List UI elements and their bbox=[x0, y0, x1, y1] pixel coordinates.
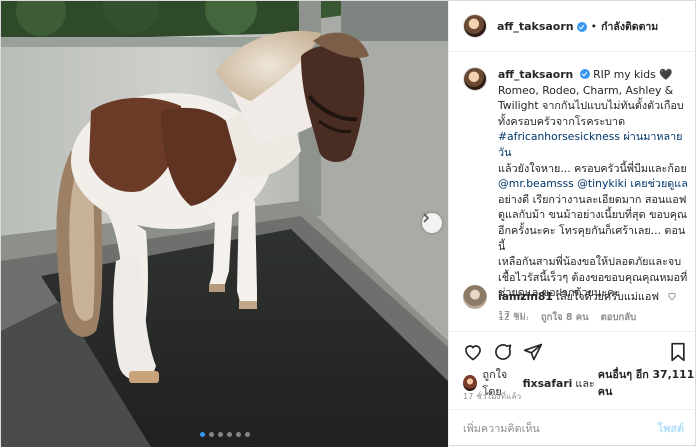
heart-icon[interactable] bbox=[463, 342, 483, 365]
caption-username[interactable]: aff_taksaorn bbox=[498, 68, 573, 81]
liker-username[interactable]: fixsafari bbox=[523, 377, 573, 390]
caption-line: RIP my kids 🖤 bbox=[593, 68, 673, 81]
commenter-username[interactable]: iamzin81 bbox=[498, 290, 553, 303]
author-avatar[interactable] bbox=[463, 14, 487, 38]
post-header: aff_taksaorn • กำลังติดตาม bbox=[449, 1, 696, 52]
carousel-next-button[interactable] bbox=[422, 213, 442, 233]
caption-text: aff_taksaorn RIP my kids 🖤 Romeo, Rodeo,… bbox=[498, 67, 691, 301]
carousel-dot bbox=[244, 432, 250, 437]
bookmark-icon[interactable] bbox=[669, 342, 687, 365]
action-bar bbox=[463, 342, 685, 364]
pony-photo-illustration bbox=[1, 1, 448, 447]
comment-icon[interactable] bbox=[493, 342, 513, 365]
caption-line: ดูแลกับม้า ขนม้าอย่างเนี้ยบที่สุด ขอบคุณ bbox=[498, 208, 688, 222]
liker-avatar[interactable] bbox=[463, 375, 477, 391]
caption-line: Romeo, Rodeo, Charm, Ashley & bbox=[498, 83, 674, 97]
likes-others-link[interactable]: คนอื่นๆ อีก 37,111 คน bbox=[598, 366, 695, 400]
caption-hashtag-line[interactable]: #africanhorsesickness ผ่านมาหลายวัน bbox=[498, 130, 683, 159]
caption-line: ทั้งครอบครัวจากโรคระบาด bbox=[498, 114, 626, 128]
comment-item: iamzin81 เสียใจด้วยครับแม่แอฟ 12 ชม. ถูก… bbox=[463, 285, 691, 325]
commenter-avatar[interactable] bbox=[463, 285, 487, 309]
following-button[interactable]: กำลังติดตาม bbox=[601, 18, 658, 35]
header-separator: • bbox=[590, 19, 598, 33]
carousel-dot bbox=[226, 432, 232, 437]
action-section: ถูกใจโดย fixsafari และ คนอื่นๆ อีก 37,11… bbox=[449, 331, 696, 401]
caption-line: Twilight จากกันไปแบบไม่ทันตั้งตัวเกือบ bbox=[498, 99, 684, 113]
verified-badge-icon bbox=[579, 69, 590, 79]
caption-line: แล้วยังใจหาย... ครอบครัวนี้พี่บีมและก้อย bbox=[498, 161, 687, 175]
comment-body: เสียใจด้วยครับแม่แอฟ bbox=[556, 290, 660, 303]
caption-line: อีกครั้งนะคะ โทรคุยกันก็เศร้าเลย... ตอนน… bbox=[498, 223, 686, 253]
caption-line: อย่างดี เรียกว่างานละเอียดมาก สอนแอฟ bbox=[498, 192, 687, 206]
comment-meta: 12 ชม. ถูกใจ 8 คน ตอบกลับ bbox=[498, 310, 691, 325]
caption-mention-line[interactable]: @mr.beamsss @tinykiki เคยช่วยดูแล bbox=[498, 177, 688, 190]
post-photo[interactable] bbox=[1, 1, 448, 447]
caption-line: เหลือกันสามพี่น้องขอให้ปลอดภัยและจบ bbox=[498, 255, 682, 269]
caption-line: เชื้อไวรัสนี้เร็วๆ ต้องขอขอบคุณคุณหมอที่ bbox=[498, 270, 688, 284]
likes-and: และ bbox=[575, 376, 595, 390]
author-username[interactable]: aff_taksaorn bbox=[497, 20, 574, 33]
add-comment-bar: เพิ่มความคิดเห็น โพสต์ bbox=[449, 409, 696, 447]
comment-input[interactable]: เพิ่มความคิดเห็น bbox=[463, 420, 540, 437]
share-icon[interactable] bbox=[523, 342, 543, 365]
carousel-dot bbox=[208, 432, 214, 437]
carousel-dot bbox=[199, 432, 205, 437]
caption-avatar[interactable] bbox=[463, 67, 487, 91]
comment-reply-button[interactable]: ตอบกลับ bbox=[601, 310, 637, 325]
carousel-dot bbox=[217, 432, 223, 437]
post-timestamp: 17 ชั่วโมงที่แล้ว bbox=[463, 392, 522, 401]
carousel-indicator bbox=[1, 432, 448, 437]
comment-text: iamzin81 เสียใจด้วยครับแม่แอฟ bbox=[498, 285, 691, 304]
comment-timestamp: 12 ชม. bbox=[498, 312, 529, 323]
carousel-dot bbox=[235, 432, 241, 437]
post-comment-button[interactable]: โพสต์ bbox=[657, 420, 684, 437]
verified-badge-icon bbox=[576, 22, 587, 32]
post-side-panel: aff_taksaorn • กำลังติดตาม aff_taksaorn … bbox=[448, 1, 696, 447]
comment-like-heart-icon[interactable] bbox=[667, 291, 677, 304]
comment-likes[interactable]: ถูกใจ 8 คน bbox=[541, 310, 589, 325]
instagram-post: aff_taksaorn • กำลังติดตาม aff_taksaorn … bbox=[0, 0, 696, 447]
